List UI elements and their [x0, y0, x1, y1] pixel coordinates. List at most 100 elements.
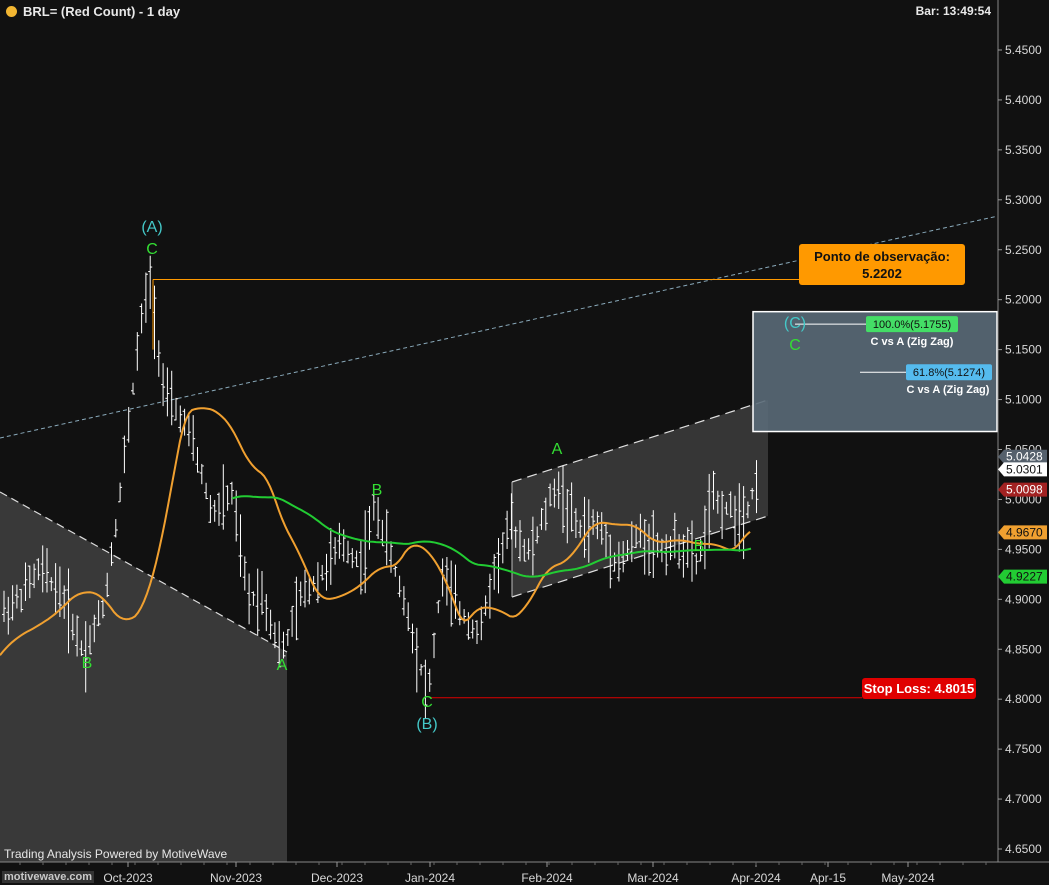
price-chart[interactable]: 5.4500 5.4000 5.3500 5.3000 5.2500 5.2000 5.15…	[0, 0, 1049, 885]
ohlc-bar	[337, 522, 342, 559]
ohlc-bar	[367, 505, 372, 550]
ohlc-bar	[285, 629, 290, 646]
ohlc-bar	[247, 573, 252, 625]
ohlc-bar	[199, 463, 204, 485]
ohlc-bar	[156, 340, 161, 377]
x-tick-label: Nov-2023	[210, 871, 262, 885]
x-tick-label: Apr-2024	[731, 871, 781, 885]
wave-label: B	[372, 482, 383, 499]
ohlc-bar	[350, 548, 355, 569]
ohlc-bar	[406, 602, 411, 632]
fib-618-label: 61.8%(5.1274)	[913, 367, 985, 379]
ohlc-bar	[221, 464, 226, 530]
ohlc-bar	[165, 367, 170, 417]
ohlc-bar	[143, 272, 148, 323]
ohlc-bar	[496, 538, 501, 594]
observation-label: Ponto de observação:	[814, 249, 950, 264]
ohlc-bar	[436, 600, 441, 614]
ohlc-bar	[148, 255, 153, 309]
ohlc-bar	[169, 370, 174, 426]
fib-100-label: 100.0%(5.1755)	[873, 319, 951, 331]
stop-loss-callout: Stop Loss: 4.8015	[862, 678, 976, 699]
ohlc-bar	[479, 606, 484, 641]
ohlc-bar	[328, 527, 333, 585]
fib-100-tag: 100.0%(5.1755) C vs A (Zig Zag)	[866, 316, 958, 348]
ohlc-bar	[204, 482, 209, 500]
y-tick-label: 4.7500	[1005, 742, 1042, 756]
fib-618-caption: C vs A (Zig Zag)	[907, 384, 990, 396]
price-label-text: 4.9227	[1006, 570, 1043, 584]
ohlc-bar	[487, 573, 492, 619]
ohlc-bar	[505, 510, 510, 550]
ohlc-bar	[470, 619, 475, 639]
ohlc-bar	[229, 481, 234, 505]
y-tick-label: 5.1000	[1005, 393, 1042, 407]
ohlc-bar	[324, 553, 329, 591]
ohlc-bar	[397, 575, 402, 598]
ohlc-bar	[492, 554, 497, 590]
y-tick-label: 5.1500	[1005, 343, 1042, 357]
ohlc-bar	[303, 569, 307, 608]
ohlc-bar	[260, 571, 264, 615]
ohlc-bar	[242, 556, 247, 591]
ohlc-bar	[500, 532, 505, 564]
y-tick-label: 5.3500	[1005, 143, 1042, 157]
ohlc-bar	[174, 397, 178, 421]
x-tick-label: Mar-2024	[627, 871, 679, 885]
ohlc-bar	[113, 519, 118, 538]
y-tick-label: 4.6500	[1005, 842, 1042, 856]
y-tick-label: 4.9500	[1005, 542, 1042, 556]
ohlc-bar	[178, 405, 183, 433]
ohlc-bar	[410, 623, 415, 654]
price-label-green: 4.9227	[998, 569, 1047, 584]
x-tick-label: Oct-2023	[103, 871, 153, 885]
ohlc-bar	[251, 591, 256, 606]
ohlc-bar	[238, 514, 243, 577]
ohlc-bar	[290, 605, 295, 637]
wave-label: A	[277, 657, 288, 674]
ohlc-bar	[419, 664, 424, 676]
price-label-text: 5.0301	[1006, 462, 1043, 476]
ohlc-bar	[212, 499, 217, 522]
ohlc-bar	[161, 363, 166, 407]
ohlc-bar	[694, 553, 699, 575]
symbol-status-icon	[6, 6, 17, 17]
price-label-text: 5.0098	[1006, 483, 1043, 497]
ohlc-bar	[384, 509, 389, 566]
price-label-white: 5.0301	[998, 462, 1047, 477]
y-tick-label: 4.8000	[1005, 692, 1042, 706]
ohlc-bar	[118, 482, 123, 503]
x-tick-label: Apr-15	[810, 871, 846, 885]
wave-label: (C)	[784, 315, 806, 332]
price-label-red: 5.0098	[998, 482, 1047, 497]
observation-value: 5.2202	[862, 266, 902, 281]
ohlc-bar	[122, 435, 127, 474]
ohlc-bar	[208, 494, 213, 524]
ohlc-bar	[333, 537, 338, 565]
ohlc-bar	[346, 540, 350, 564]
ohlc-bar	[315, 562, 320, 604]
wave-label: C	[421, 694, 433, 711]
ohlc-bar	[191, 415, 196, 461]
ohlc-bar	[462, 609, 467, 624]
wave-label: A	[552, 441, 563, 458]
x-tick-label: May-2024	[881, 871, 935, 885]
ohlc-bar	[264, 594, 269, 632]
ohlc-bar	[298, 581, 303, 607]
ohlc-bar	[131, 382, 135, 395]
wave-label: (B)	[416, 716, 437, 733]
x-tick-label: Jan-2024	[405, 871, 455, 885]
x-tick-label: Feb-2024	[521, 871, 573, 885]
y-tick-label: 4.7000	[1005, 792, 1042, 806]
ohlc-bar	[354, 550, 359, 568]
ohlc-bar	[389, 541, 393, 573]
ohlc-bar	[414, 627, 419, 693]
ohlc-bar	[135, 332, 140, 371]
y-tick-label: 4.8500	[1005, 642, 1042, 656]
price-label-orange: 4.9670	[998, 525, 1047, 540]
y-tick-label: 5.4500	[1005, 43, 1042, 57]
wave-label: (A)	[141, 219, 162, 236]
y-tick-label: 4.9000	[1005, 592, 1042, 606]
ohlc-bar	[432, 632, 436, 659]
chart-title: BRL= (Red Count) - 1 day	[6, 4, 180, 19]
